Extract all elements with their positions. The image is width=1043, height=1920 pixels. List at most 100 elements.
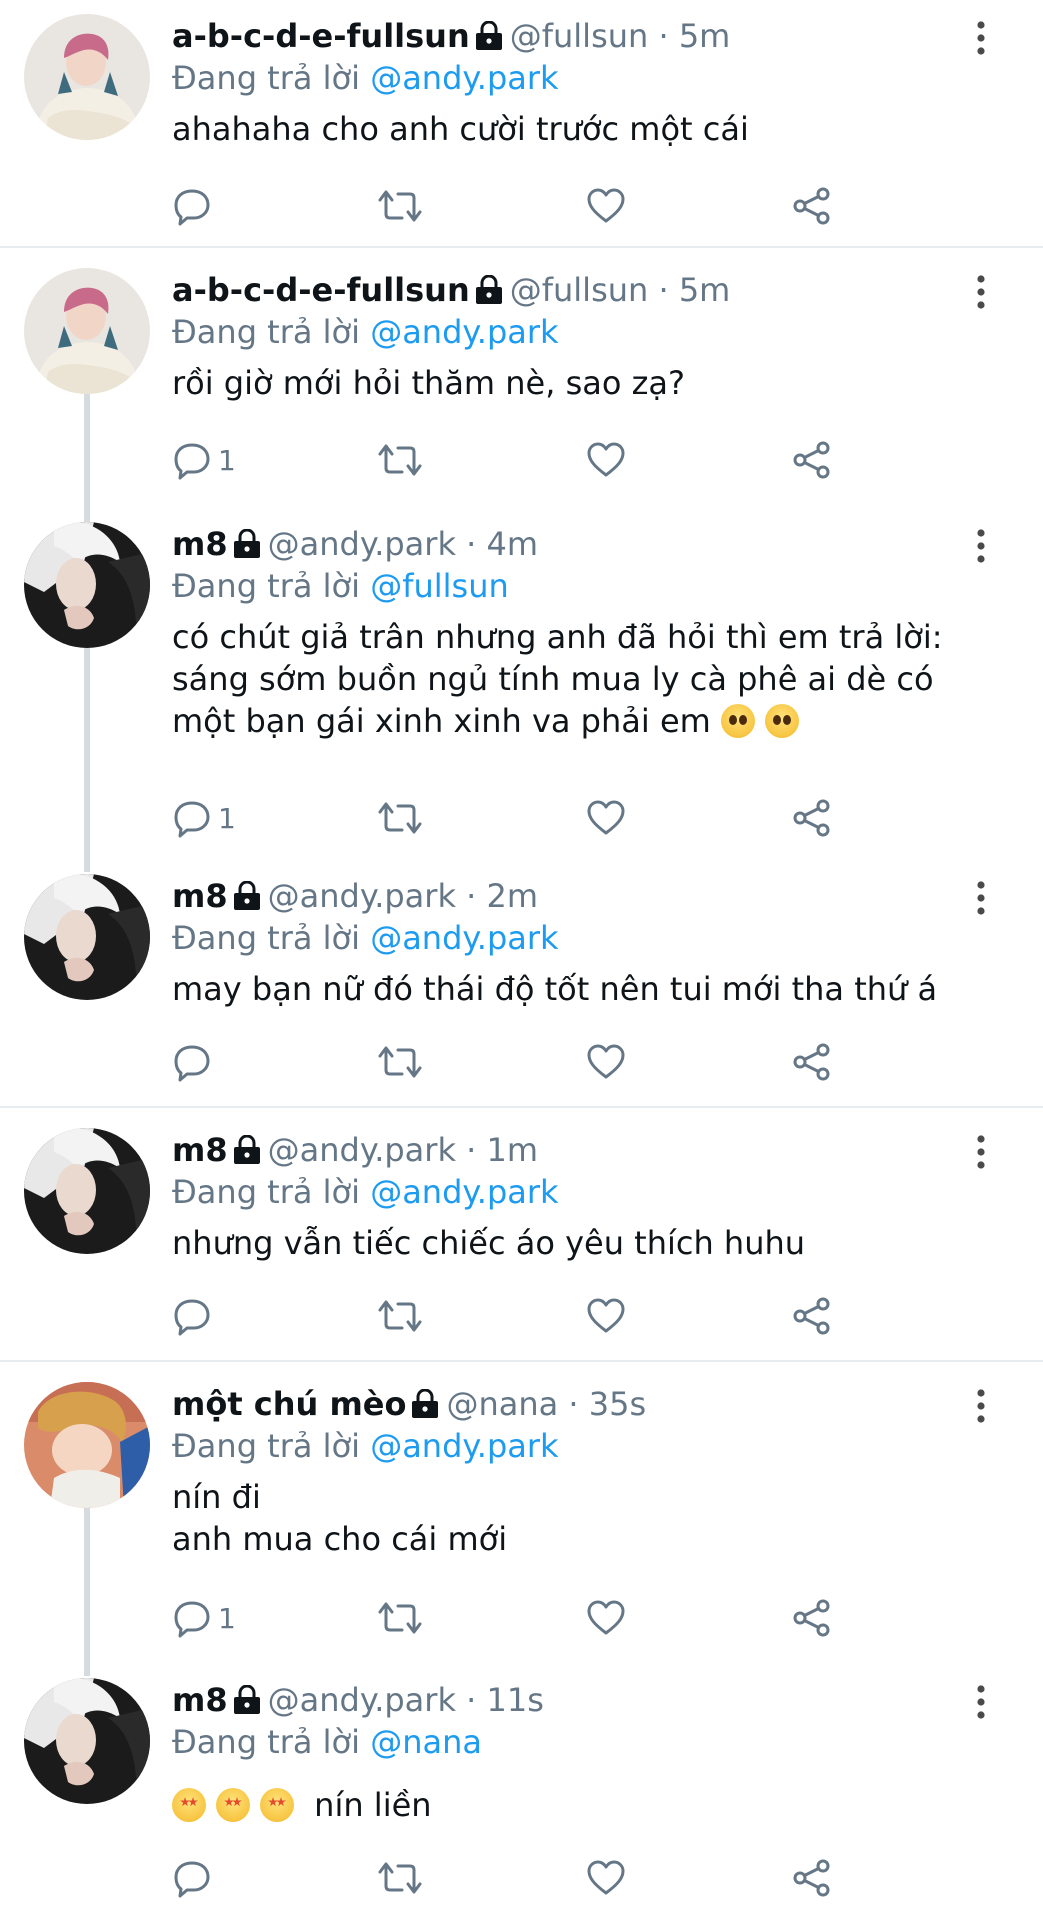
timestamp[interactable]: 4m <box>486 525 538 563</box>
lock-icon <box>410 1389 440 1419</box>
divider <box>0 246 1043 248</box>
timestamp[interactable]: 35s <box>589 1385 646 1423</box>
tweet-header: a-b-c-d-e-fullsun @fullsun · 5m <box>172 14 972 58</box>
replying-to-label: Đang trả lời <box>172 59 361 97</box>
replying-to-handle[interactable]: @andy.park <box>370 1427 558 1465</box>
more-icon[interactable] <box>971 528 991 564</box>
like-icon <box>586 798 626 838</box>
retweet-button[interactable] <box>378 794 422 842</box>
avatar[interactable] <box>24 268 150 394</box>
replying-to: Đang trả lời @andy.park <box>172 1426 972 1466</box>
share-button[interactable] <box>792 794 832 842</box>
reply-icon <box>172 1858 212 1898</box>
replying-to-handle[interactable]: @andy.park <box>370 919 558 957</box>
handle[interactable]: @andy.park <box>268 1131 456 1169</box>
replying-to-handle[interactable]: @andy.park <box>370 313 558 351</box>
timestamp[interactable]: 11s <box>486 1681 543 1719</box>
more-icon[interactable] <box>971 20 991 56</box>
star-struck-emoji <box>216 1788 250 1822</box>
timestamp[interactable]: 5m <box>679 271 731 309</box>
reply-icon <box>172 1598 212 1638</box>
retweet-button[interactable] <box>378 182 422 230</box>
like-button[interactable] <box>586 794 626 842</box>
tweet[interactable]: m8 @andy.park · 1m Đang trả lời @andy.par… <box>0 1114 1043 1360</box>
like-button[interactable] <box>586 436 626 484</box>
tweet-text: nín liền <box>172 1784 972 1826</box>
retweet-button[interactable] <box>378 1292 422 1340</box>
more-icon[interactable] <box>971 1134 991 1170</box>
reply-button[interactable]: 1 <box>172 436 236 484</box>
share-button[interactable] <box>792 182 832 230</box>
lock-icon <box>474 275 504 305</box>
replying-to-handle[interactable]: @nana <box>370 1723 482 1761</box>
share-icon <box>792 1296 832 1336</box>
handle[interactable]: @andy.park <box>268 877 456 915</box>
share-icon <box>792 186 832 226</box>
share-button[interactable] <box>792 1038 832 1086</box>
replying-to-handle[interactable]: @andy.park <box>370 1173 558 1211</box>
reply-button[interactable] <box>172 182 218 230</box>
retweet-button[interactable] <box>378 1594 422 1642</box>
display-name[interactable]: m8 <box>172 1681 228 1719</box>
retweet-button[interactable] <box>378 1038 422 1086</box>
share-button[interactable] <box>792 1292 832 1340</box>
handle[interactable]: @fullsun <box>510 17 649 55</box>
more-icon[interactable] <box>971 1684 991 1720</box>
like-icon <box>586 1042 626 1082</box>
tweet[interactable]: a-b-c-d-e-fullsun @fullsun · 5m Đang trả … <box>0 254 1043 508</box>
lock-icon <box>232 881 262 911</box>
more-icon[interactable] <box>971 880 991 916</box>
timestamp[interactable]: 2m <box>486 877 538 915</box>
reply-button[interactable] <box>172 1854 218 1902</box>
avatar[interactable] <box>24 1382 150 1508</box>
share-button[interactable] <box>792 1854 832 1902</box>
reply-button[interactable]: 1 <box>172 1594 236 1642</box>
tweet[interactable]: m8 @andy.park · 11s Đang trả lời @nana ní… <box>0 1664 1043 1920</box>
like-button[interactable] <box>586 1038 626 1086</box>
like-button[interactable] <box>586 182 626 230</box>
avatar[interactable] <box>24 874 150 1000</box>
tweet[interactable]: a-b-c-d-e-fullsun @fullsun · 5m Đang trả … <box>0 0 1043 246</box>
handle[interactable]: @fullsun <box>510 271 649 309</box>
replying-to-label: Đang trả lời <box>172 1427 361 1465</box>
display-name[interactable]: một chú mèo <box>172 1385 406 1423</box>
retweet-icon <box>378 1042 422 1082</box>
like-icon <box>586 1598 626 1638</box>
tweet[interactable]: m8 @andy.park · 2m Đang trả lời @andy.par… <box>0 860 1043 1106</box>
replying-to: Đang trả lời @andy.park <box>172 312 972 352</box>
reply-button[interactable]: 1 <box>172 794 236 842</box>
replying-to-handle[interactable]: @andy.park <box>370 59 558 97</box>
handle[interactable]: @nana <box>446 1385 558 1423</box>
more-icon[interactable] <box>971 1388 991 1424</box>
avatar[interactable] <box>24 1128 150 1254</box>
like-button[interactable] <box>586 1594 626 1642</box>
avatar[interactable] <box>24 1678 150 1804</box>
reply-button[interactable] <box>172 1292 218 1340</box>
more-icon[interactable] <box>971 274 991 310</box>
handle[interactable]: @andy.park <box>268 1681 456 1719</box>
share-button[interactable] <box>792 436 832 484</box>
handle[interactable]: @andy.park <box>268 525 456 563</box>
display-name[interactable]: a-b-c-d-e-fullsun <box>172 271 470 309</box>
like-button[interactable] <box>586 1854 626 1902</box>
share-icon <box>792 798 832 838</box>
tweet[interactable]: m8 @andy.park · 4m Đang trả lời @fullsun … <box>0 508 1043 860</box>
action-bar <box>172 1038 852 1086</box>
avatar[interactable] <box>24 522 150 648</box>
display-name[interactable]: m8 <box>172 1131 228 1169</box>
lock-icon <box>232 1685 262 1715</box>
tweet[interactable]: một chú mèo @nana · 35s Đang trả lời @and… <box>0 1368 1043 1664</box>
share-button[interactable] <box>792 1594 832 1642</box>
display-name[interactable]: m8 <box>172 877 228 915</box>
timestamp[interactable]: 1m <box>486 1131 538 1169</box>
replying-to-handle[interactable]: @fullsun <box>370 567 509 605</box>
retweet-button[interactable] <box>378 1854 422 1902</box>
timestamp[interactable]: 5m <box>679 17 731 55</box>
like-button[interactable] <box>586 1292 626 1340</box>
retweet-button[interactable] <box>378 436 422 484</box>
display-name[interactable]: a-b-c-d-e-fullsun <box>172 17 470 55</box>
retweet-icon <box>378 440 422 480</box>
reply-button[interactable] <box>172 1038 218 1086</box>
display-name[interactable]: m8 <box>172 525 228 563</box>
avatar[interactable] <box>24 14 150 140</box>
